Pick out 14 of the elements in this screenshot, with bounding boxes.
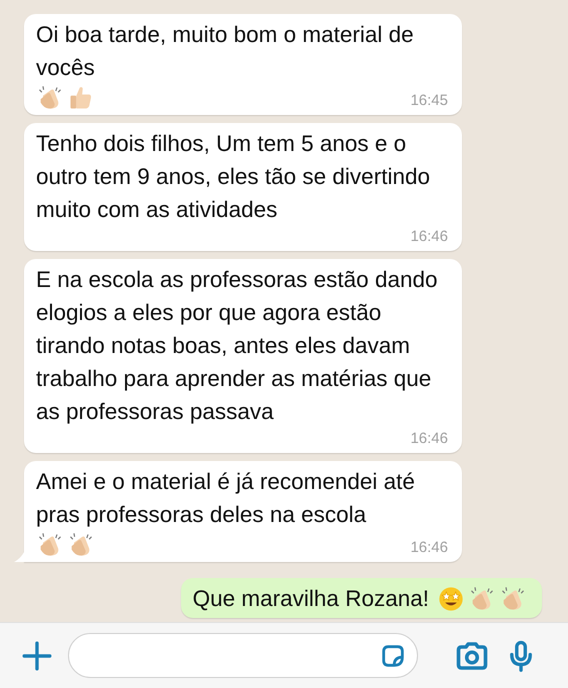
message-text: Tenho dois filhos, Um tem 5 anos e o outro tem 9 anos, eles tão se divertindo muito com as atividades (36, 130, 431, 224)
message-input-field[interactable] (68, 633, 418, 678)
message-time: 16:46 (409, 429, 448, 449)
clapping-hands-icon (499, 584, 527, 612)
message-time: 16:46 (409, 538, 448, 558)
message-time: 16:46 (409, 227, 448, 247)
message-text: E na escola as professoras estão dando elogios a eles por que agora estão tirando notas boas, antes eles davam trabalho para aprender as matérias que as professoras passava (36, 266, 439, 426)
message-text: Amei e o material é já recomendei até pras professoras deles na escola (36, 468, 416, 529)
clapping-hands-icon (468, 584, 496, 612)
message-text: Oi boa tarde, muito bom o material de vocês (36, 21, 415, 82)
message-text: Que maravilha Rozana! (192, 585, 429, 613)
add-icon[interactable] (20, 638, 54, 672)
star-eyes-emoji-icon (437, 584, 465, 612)
message-time: 16:45 (409, 91, 448, 111)
